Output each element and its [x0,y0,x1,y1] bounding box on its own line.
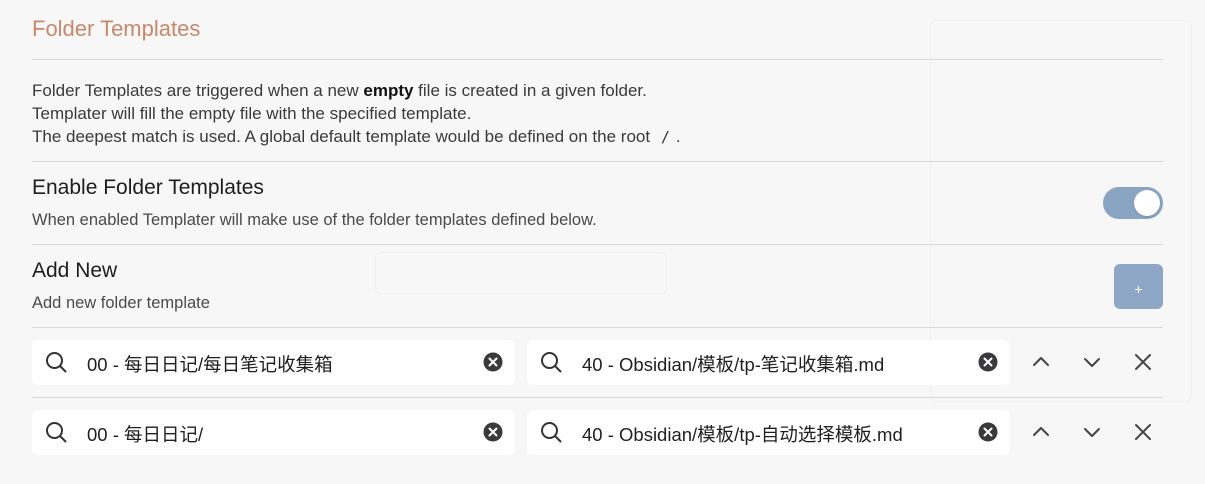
move-up-icon[interactable] [1029,350,1053,374]
description-line-3: The deepest match is used. A global defa… [32,127,681,146]
description-line-2: Templater will fill the empty file with … [32,104,472,123]
toggle-knob [1134,190,1160,216]
template-search-input[interactable]: 40 - Obsidian/模板/tp-自动选择模板.md [527,410,1010,455]
setting-description: Add new folder template [32,294,210,312]
setting-name: Add New [32,259,118,282]
delete-icon[interactable] [1131,420,1155,444]
clear-icon[interactable] [483,422,503,442]
search-icon [46,422,67,443]
clear-icon[interactable] [978,352,998,372]
setting-name: Enable Folder Templates [32,176,264,199]
section-title: Folder Templates [32,0,1163,60]
folder-search-input[interactable]: 00 - 每日日记/每日笔记收集箱 [32,340,515,385]
folder-value: 00 - 每日日记/每日笔记收集箱 [87,354,333,375]
move-down-icon[interactable] [1080,350,1104,374]
clear-icon[interactable] [978,422,998,442]
search-icon [46,352,67,373]
add-new-setting: Add New Add new folder template + [32,245,1163,328]
search-icon [541,352,562,373]
enable-folder-templates-toggle[interactable] [1103,187,1163,219]
template-value: 40 - Obsidian/模板/tp-笔记收集箱.md [582,354,885,375]
delete-icon[interactable] [1131,350,1155,374]
add-folder-template-button[interactable]: + [1114,264,1163,309]
folder-template-row: 00 - 每日日记/每日笔记收集箱 40 - Obsidian/模板/tp-笔记… [32,328,1163,398]
folder-value: 00 - 每日日记/ [87,424,204,445]
folder-template-row: 00 - 每日日记/ 40 - Obsidian/模板/tp-自动选择模板.md [32,398,1163,468]
enable-folder-templates-setting: Enable Folder Templates When enabled Tem… [32,162,1163,245]
section-description: Folder Templates are triggered when a ne… [32,60,1163,162]
move-down-icon[interactable] [1080,420,1104,444]
template-value: 40 - Obsidian/模板/tp-自动选择模板.md [582,424,903,445]
search-icon [541,422,562,443]
template-search-input[interactable]: 40 - Obsidian/模板/tp-笔记收集箱.md [527,340,1010,385]
move-up-icon[interactable] [1029,420,1053,444]
folder-search-input[interactable]: 00 - 每日日记/ [32,410,515,455]
folder-templates-settings: Folder Templates Folder Templates are tr… [32,0,1163,468]
clear-icon[interactable] [483,352,503,372]
root-path-code: / [660,128,670,146]
description-line-1: Folder Templates are triggered when a ne… [32,81,647,100]
empty-emphasis: empty [363,81,414,100]
setting-description: When enabled Templater will make use of … [32,211,597,229]
